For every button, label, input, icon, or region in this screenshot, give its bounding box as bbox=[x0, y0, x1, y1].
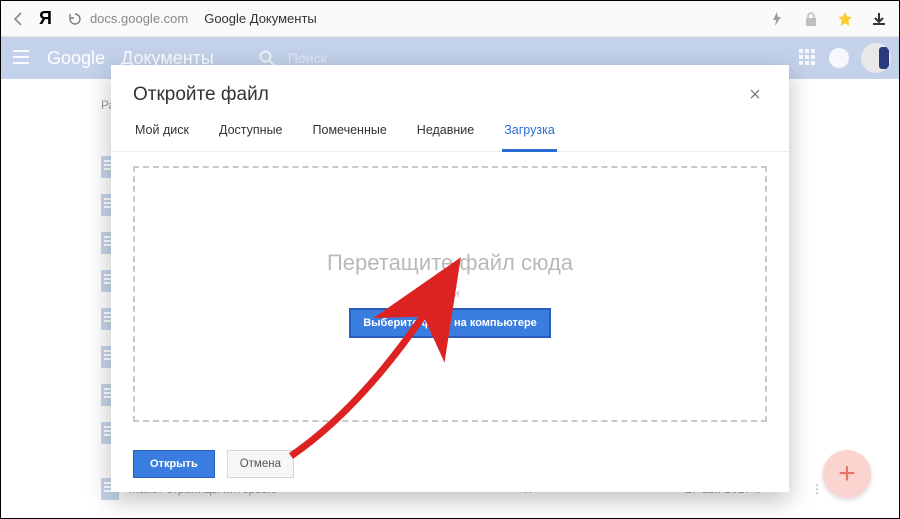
dropzone-or: или bbox=[441, 288, 460, 300]
tab-recent[interactable]: Недавние bbox=[415, 123, 476, 151]
pick-file-button[interactable]: Выберите файл на компьютере bbox=[349, 308, 551, 338]
tab-my-drive[interactable]: Мой диск bbox=[133, 123, 191, 151]
plus-icon: + bbox=[838, 457, 856, 491]
downloads-icon[interactable] bbox=[871, 11, 887, 27]
dropzone-text: Перетащите файл сюда bbox=[327, 250, 573, 276]
fab-new-doc[interactable]: + bbox=[823, 450, 871, 498]
bookmark-star-icon[interactable] bbox=[837, 11, 853, 27]
yandex-logo-icon: Я bbox=[39, 8, 52, 29]
reload-icon bbox=[68, 12, 82, 26]
open-button[interactable]: Открыть bbox=[133, 450, 215, 478]
browser-chrome: Я docs.google.com Google Документы bbox=[1, 1, 899, 37]
back-button[interactable] bbox=[9, 9, 29, 29]
file-picker-modal: Откройте файл × Мой диск Доступные Помеч… bbox=[111, 65, 789, 492]
avatar[interactable] bbox=[861, 43, 891, 73]
tab-upload[interactable]: Загрузка bbox=[502, 123, 557, 152]
apps-icon[interactable] bbox=[799, 49, 817, 67]
lock-icon[interactable] bbox=[803, 11, 819, 27]
brand-label: Google bbox=[47, 48, 105, 69]
address-bar[interactable]: docs.google.com Google Документы bbox=[68, 7, 317, 31]
menu-icon[interactable] bbox=[11, 47, 33, 69]
dropzone[interactable]: Перетащите файл сюда или Выберите файл н… bbox=[133, 166, 767, 422]
tab-shared[interactable]: Доступные bbox=[217, 123, 285, 151]
search-placeholder: Поиск bbox=[288, 50, 327, 66]
notifications-icon[interactable] bbox=[829, 48, 849, 68]
modal-tabs: Мой диск Доступные Помеченные Недавние З… bbox=[111, 111, 789, 152]
flash-icon[interactable] bbox=[769, 11, 785, 27]
tab-starred[interactable]: Помеченные bbox=[311, 123, 389, 151]
address-url: docs.google.com bbox=[90, 11, 188, 26]
close-icon[interactable]: × bbox=[743, 83, 767, 107]
cancel-button[interactable]: Отмена bbox=[227, 450, 294, 478]
modal-title: Откройте файл bbox=[133, 84, 269, 106]
address-title: Google Документы bbox=[204, 11, 317, 26]
